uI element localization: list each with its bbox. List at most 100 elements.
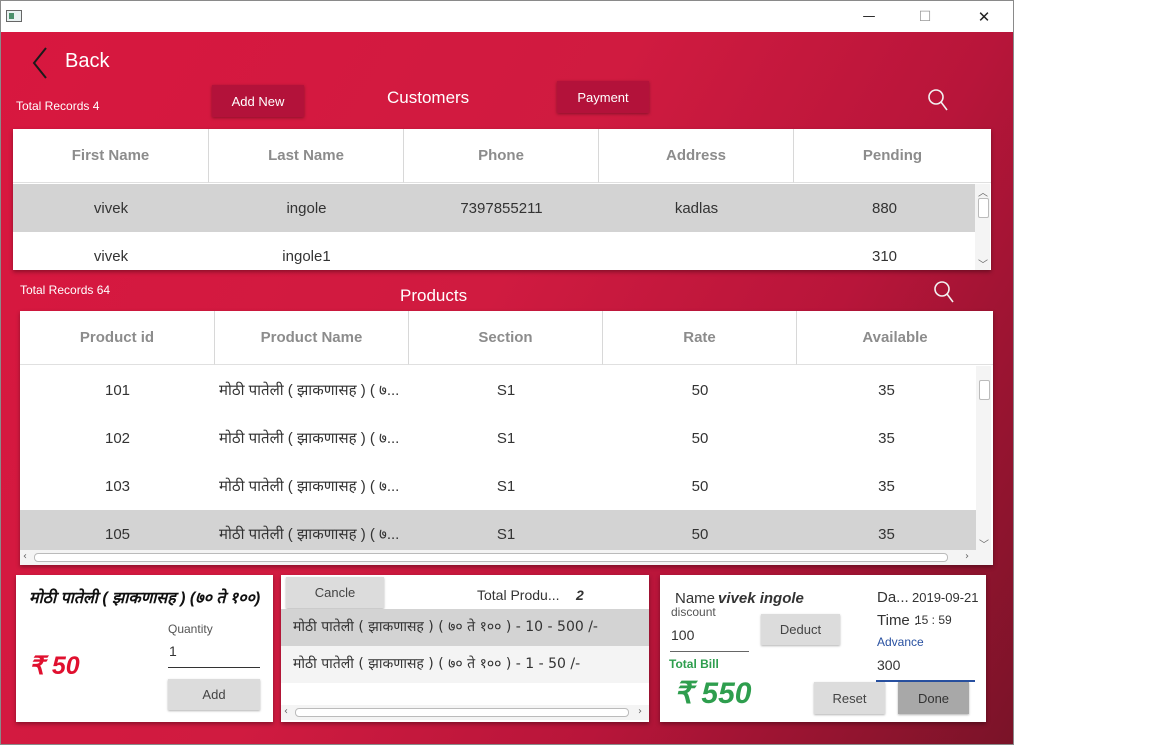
column-header-last-name[interactable]: Last Name (209, 129, 404, 183)
column-header-product-id[interactable]: Product id (20, 311, 215, 365)
selected-product-panel: मोठी पातेली ( झाकणासह ) (७० ते १००) Quan… (16, 575, 273, 722)
reset-button[interactable]: Reset (814, 682, 885, 714)
cancel-button[interactable]: Cancle (286, 577, 384, 608)
add-new-button[interactable]: Add New (212, 85, 304, 117)
cell-product-id: 101 (104, 381, 131, 399)
scroll-left-icon[interactable]: ‹ (284, 706, 288, 717)
minimize-button[interactable]: — (846, 1, 892, 32)
payment-button[interactable]: Payment (557, 81, 649, 113)
cell-first-name: vivek (93, 199, 129, 217)
time-value: 15 : 59 (915, 613, 952, 627)
cell-product-name: मोठी पातेली ( झाकणासह ) ( ७... (219, 430, 400, 447)
close-button[interactable]: ✕ (961, 1, 1007, 32)
column-header-available[interactable]: Available (797, 311, 993, 365)
cart-horizontal-scrollbar[interactable]: ‹ › (281, 705, 649, 720)
total-bill-value: ₹ 550 (674, 677, 752, 710)
products-horizontal-scrollbar[interactable]: ‹ › (20, 550, 993, 565)
products-vertical-scrollbar[interactable]: ﹀ (976, 366, 991, 551)
cell-phone: 7397855211 (460, 199, 543, 217)
quantity-input[interactable]: 1 (168, 639, 260, 668)
cell-first-name: vivek (93, 247, 129, 265)
scrollbar-thumb[interactable] (295, 708, 629, 717)
table-row[interactable]: 103 मोठी पातेली ( झाकणासह ) ( ७... S1 50… (20, 462, 976, 510)
customers-search-icon[interactable] (927, 88, 949, 112)
products-search-icon[interactable] (933, 280, 955, 304)
advance-input[interactable]: 300 (876, 652, 975, 682)
scrollbar-thumb[interactable] (978, 198, 989, 218)
customers-vertical-scrollbar[interactable]: ︿ ﹀ (975, 184, 990, 270)
column-header-address[interactable]: Address (599, 129, 794, 183)
cell-phone (404, 232, 599, 270)
total-products-label: Total Produ... (477, 587, 560, 603)
maximize-button[interactable]: ☐ (902, 1, 948, 32)
column-header-phone[interactable]: Phone (404, 129, 599, 183)
bill-panel: Name vivek ingole Da... 2019-09-21 disco… (660, 575, 986, 722)
add-button[interactable]: Add (168, 679, 260, 710)
products-table-header: Product id Product Name Section Rate Ava… (20, 311, 993, 365)
time-label: Time : (877, 612, 919, 629)
chevron-left-icon (32, 47, 47, 79)
cell-rate: 50 (691, 477, 709, 495)
products-total-records: Total Records 64 (20, 283, 111, 297)
main-content: Back Total Records 4 Add New Customers P… (1, 32, 1013, 744)
table-row[interactable]: 101 मोठी पातेली ( झाकणासह ) ( ७... S1 50… (20, 366, 976, 414)
table-row[interactable]: vivek ingole1 310 (13, 232, 975, 270)
scroll-up-icon[interactable]: ︿ (978, 184, 988, 199)
customers-table: First Name Last Name Phone Address Pendi… (13, 129, 991, 270)
discount-value: 100 (671, 627, 695, 643)
product-price: ₹ 50 (29, 652, 80, 680)
column-header-section[interactable]: Section (409, 311, 603, 365)
scrollbar-thumb[interactable] (979, 380, 990, 400)
deduct-button[interactable]: Deduct (761, 614, 840, 645)
discount-input[interactable]: 100 (670, 622, 749, 652)
done-button[interactable]: Done (898, 682, 969, 714)
back-button[interactable]: Back (31, 46, 121, 80)
quantity-label: Quantity (168, 622, 213, 636)
scrollbar-thumb[interactable] (34, 553, 948, 562)
quantity-value: 1 (169, 643, 177, 659)
customer-name-value: vivek ingole (718, 590, 804, 607)
cart-item[interactable]: मोठी पातेली ( झाकणासह ) ( ७० ते १०० ) - … (281, 646, 649, 683)
cart-item[interactable]: मोठी पातेली ( झाकणासह ) ( ७० ते १०० ) - … (281, 609, 649, 646)
table-row[interactable]: vivek ingole 7397855211 kadlas 880 (13, 184, 975, 232)
products-title: Products (400, 286, 468, 305)
scroll-left-icon[interactable]: ‹ (23, 551, 27, 562)
column-header-pending[interactable]: Pending (794, 129, 991, 183)
cell-available: 35 (878, 381, 895, 399)
customers-table-header: First Name Last Name Phone Address Pendi… (13, 129, 991, 183)
cell-address: kadlas (674, 199, 719, 217)
advance-label: Advance (877, 635, 924, 649)
cell-section: S1 (496, 477, 516, 495)
cell-rate: 50 (691, 429, 709, 447)
cell-product-id: 102 (104, 429, 131, 447)
scroll-right-icon[interactable]: › (638, 706, 642, 717)
cell-address (599, 232, 794, 270)
customers-title: Customers (387, 88, 470, 107)
column-header-product-name[interactable]: Product Name (215, 311, 409, 365)
back-label: Back (65, 50, 110, 72)
cart-panel: Cancle Total Produ... 2 मोठी पातेली ( झा… (281, 575, 649, 722)
advance-value: 300 (877, 657, 901, 673)
app-icon (6, 10, 22, 22)
date-value: 2019-09-21 (912, 590, 979, 605)
cell-product-name: मोठी पातेली ( झाकणासह ) ( ७... (219, 382, 400, 399)
title-bar: — ☐ ✕ (1, 1, 1013, 32)
scroll-right-icon[interactable]: › (965, 551, 969, 562)
table-row[interactable]: 102 मोठी पातेली ( झाकणासह ) ( ७... S1 50… (20, 414, 976, 462)
products-table: Product id Product Name Section Rate Ava… (20, 311, 993, 565)
column-header-rate[interactable]: Rate (603, 311, 797, 365)
date-label: Da... (877, 589, 909, 606)
cell-rate: 50 (691, 381, 709, 399)
cell-last-name: ingole (286, 199, 327, 217)
cell-pending: 880 (871, 199, 898, 217)
cell-product-name: मोठी पातेली ( झाकणासह ) ( ७... (219, 478, 400, 495)
scroll-down-icon[interactable]: ﹀ (979, 536, 989, 551)
column-header-first-name[interactable]: First Name (13, 129, 209, 183)
discount-label: discount (671, 605, 716, 619)
total-products-value: 2 (576, 587, 584, 603)
cell-available: 35 (878, 429, 895, 447)
app-window: — ☐ ✕ Back Total Records 4 Add New Custo… (0, 0, 1014, 745)
customers-total-records: Total Records 4 (16, 99, 100, 113)
scroll-down-icon[interactable]: ﹀ (978, 256, 988, 270)
total-bill-label: Total Bill (669, 657, 719, 671)
